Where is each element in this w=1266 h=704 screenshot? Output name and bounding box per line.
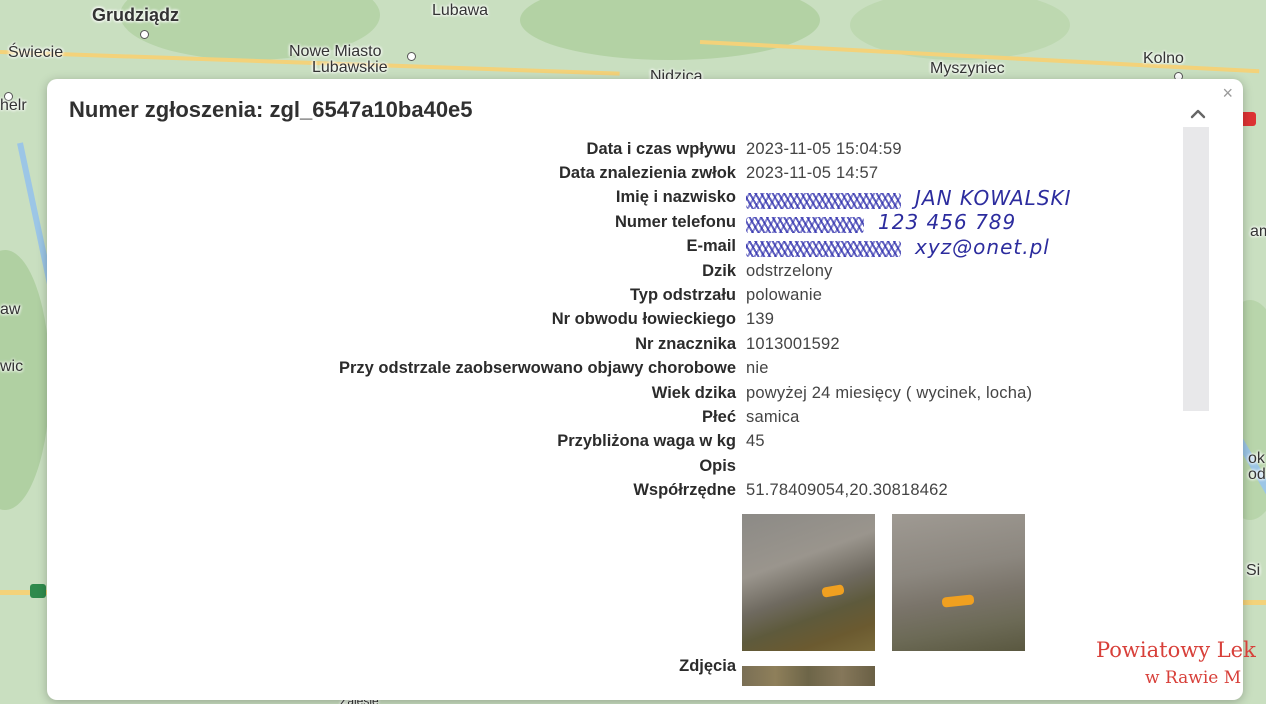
map-city-dot [407, 52, 416, 61]
field-value: polowanie [746, 286, 823, 305]
field-value: xyz@onet.pl [746, 235, 1050, 259]
detail-row-description: Opis [47, 454, 1167, 478]
field-label: Wiek dzika [651, 383, 736, 402]
handwritten-phone: 123 456 789 [878, 210, 1017, 235]
redaction-scribble [746, 241, 901, 258]
field-label: E-mail [686, 237, 736, 256]
field-label: Numer telefonu [614, 212, 736, 231]
map-label-swiecie: Świecie [8, 44, 64, 61]
map-forest [0, 250, 50, 510]
field-value: 51.78409054,20.30818462 [746, 481, 948, 500]
map-city-dot [140, 30, 149, 39]
modal-title: Numer zgłoszenia: zgl_6547a10ba40e5 [69, 97, 473, 122]
field-value: 1013001592 [746, 334, 840, 353]
map-label-lubawa: Lubawa [432, 2, 489, 19]
chevron-up-icon[interactable] [1187, 103, 1209, 125]
detail-row-phone: Numer telefonu 123 456 789 [47, 210, 1167, 234]
detail-row-shot-type: Typ odstrzału polowanie [47, 283, 1167, 307]
field-label: Przy odstrzale zaobserwowano objawy chor… [339, 359, 736, 378]
map-label-grudziadz: Grudziądz [92, 5, 180, 25]
field-value: 139 [746, 310, 775, 329]
field-label: Nr obwodu łowieckiego [551, 310, 736, 329]
field-label: Nr znacznika [635, 334, 736, 353]
field-value: 2023-11-05 15:04:59 [746, 139, 902, 158]
detail-row-sex: Płeć samica [47, 405, 1167, 429]
detail-row-hunting-district: Nr obwodu łowieckiego 139 [47, 308, 1167, 332]
map-label-kolno: Kolno [1143, 50, 1184, 67]
detail-row-boar-status: Dzik odstrzelony [47, 259, 1167, 283]
detail-row-name: Imię i nazwisko JAN KOWALSKI [47, 186, 1167, 210]
detail-row-weight: Przybliżona waga w kg 45 [47, 430, 1167, 454]
handwritten-email: xyz@onet.pl [915, 234, 1050, 259]
map-label-si: Si [1246, 562, 1261, 579]
handwritten-name: JAN KOWALSKI [915, 185, 1072, 210]
detail-row-email: E-mail xyz@onet.pl [47, 235, 1167, 259]
map-label-helr: helr [0, 97, 27, 114]
detail-row-received-at: Data i czas wpływu 2023-11-05 15:04:59 [47, 137, 1167, 161]
field-label: Współrzędne [633, 481, 736, 500]
field-label: Data i czas wpływu [586, 139, 736, 158]
office-stamp: w Rawie M [1145, 668, 1242, 688]
field-value: 2023-11-05 14:57 [746, 164, 879, 183]
detail-row-tag-number: Nr znacznika 1013001592 [47, 332, 1167, 356]
close-icon[interactable]: × [1222, 83, 1233, 104]
map-label-myszyniec: Myszyniec [930, 60, 1005, 77]
map-forest [520, 0, 820, 60]
ear-tag [821, 584, 845, 598]
details-list: Data i czas wpływu 2023-11-05 15:04:59 D… [47, 137, 1167, 503]
detail-row-coordinates: Współrzędne 51.78409054,20.30818462 [47, 478, 1167, 502]
office-stamp: Powiatowy Lek [1096, 638, 1256, 662]
field-label: Typ odstrzału [629, 286, 736, 305]
redaction-scribble [746, 217, 864, 233]
map-label-aw: aw [0, 301, 21, 318]
field-value: nie [746, 359, 769, 378]
detail-row-age: Wiek dzika powyżej 24 miesięcy ( wycinek… [47, 381, 1167, 405]
redaction-scribble [746, 192, 901, 209]
field-label: Płeć [702, 407, 736, 426]
field-value: samica [746, 407, 800, 426]
field-label: Imię i nazwisko [615, 188, 736, 207]
field-label: Przybliżona waga w kg [557, 432, 736, 451]
report-details-modal: × Numer zgłoszenia: zgl_6547a10ba40e5 Da… [47, 79, 1243, 700]
field-label: Data znalezienia zwłok [559, 164, 736, 183]
detail-row-found-at: Data znalezienia zwłok 2023-11-05 14:57 [47, 161, 1167, 185]
ear-tag [941, 594, 975, 608]
scrollbar-thumb[interactable] [1183, 127, 1209, 411]
map-label-lubawskie: Lubawskie [312, 59, 388, 76]
photo-thumbnail[interactable] [742, 514, 875, 651]
field-value: 45 [746, 432, 765, 451]
field-value: odstrzelony [746, 261, 833, 280]
map-label-am: am [1250, 223, 1266, 240]
road-shield-icon [30, 584, 46, 598]
field-value: JAN KOWALSKI [746, 186, 1072, 210]
field-label: Dzik [702, 261, 736, 280]
field-label: Opis [699, 456, 736, 475]
map-label-wic: wic [0, 358, 24, 375]
photo-thumbnail[interactable] [892, 514, 1025, 651]
map-road [1240, 600, 1266, 605]
field-value: 123 456 789 [746, 210, 1016, 234]
detail-row-disease-symptoms: Przy odstrzale zaobserwowano objawy chor… [47, 357, 1167, 381]
map-label-od: od [1248, 466, 1266, 483]
photo-thumbnail[interactable] [742, 666, 875, 686]
field-value: powyżej 24 miesięcy ( wycinek, locha) [746, 383, 1033, 402]
photos-label: Zdjęcia [679, 657, 736, 675]
